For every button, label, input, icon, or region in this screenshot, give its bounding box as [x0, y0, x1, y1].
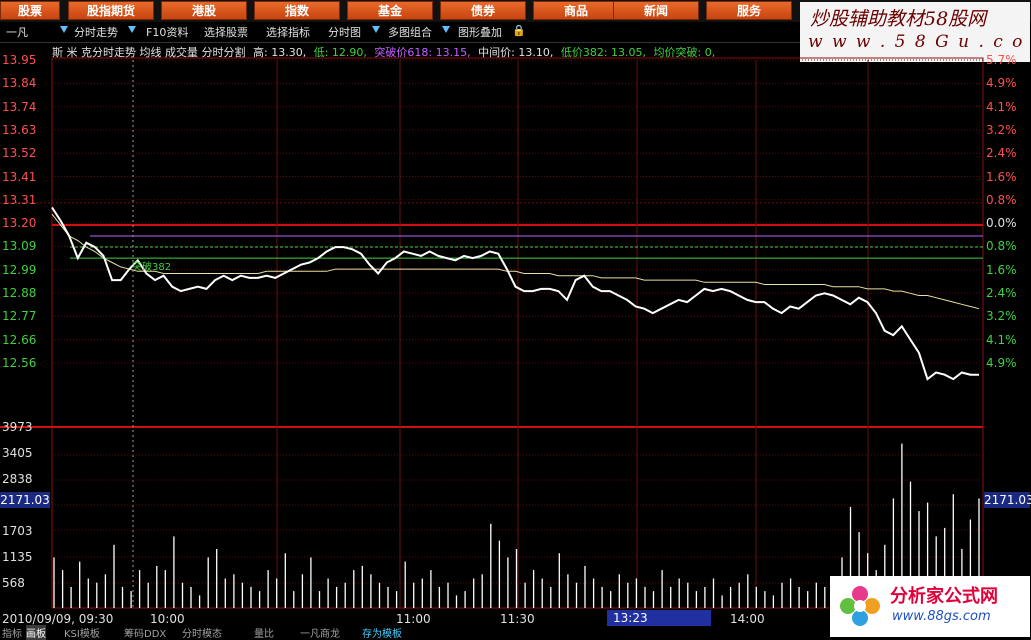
tab-yifan[interactable]: 一凡商龙 — [300, 625, 340, 640]
tab-indicator[interactable]: 指标 — [2, 625, 22, 640]
volume-scale-badge: 2171.03 — [0, 492, 50, 508]
price-tick-label: 13.52 — [2, 146, 37, 161]
percent-tick-label: 0.8% — [986, 239, 1017, 254]
volume-tick-label: 2838 — [2, 472, 33, 486]
cursor-time-badge: 13:23 — [607, 610, 711, 626]
price-tick-label: 13.41 — [2, 169, 37, 184]
percent-tick-label: 4.9% — [986, 76, 1017, 91]
tab-save-template[interactable]: 存为模板 — [362, 625, 402, 640]
price-tick-label: 13.74 — [2, 99, 37, 114]
price-tick-label: 13.95 — [2, 53, 37, 67]
price-tick-label: 12.66 — [2, 332, 37, 347]
flower-logo-icon — [840, 586, 880, 626]
volume-tick-label: 1703 — [2, 524, 33, 538]
tab-intraday-mode[interactable]: 分时模态 — [182, 625, 222, 640]
percent-tick-label: 5.7% — [986, 53, 1017, 67]
time-label-1100: 11:00 — [396, 612, 431, 626]
watermark-title: 分析家公式网 — [890, 586, 998, 607]
price-line — [51, 206, 979, 381]
price-tick-label: 12.77 — [2, 309, 37, 324]
annotation-break382: 突破382 — [132, 260, 171, 273]
percent-tick-label: 4.9% — [986, 355, 1017, 370]
volume-tick-label: 3405 — [2, 446, 33, 460]
price-tick-label: 13.84 — [2, 76, 37, 91]
volume-scale-badge-right: 2171.03 — [984, 492, 1031, 508]
percent-tick-label: 0.0% — [986, 216, 1017, 231]
percent-tick-label: 1.6% — [986, 169, 1017, 184]
tab-drawing[interactable]: 画板 — [26, 625, 46, 640]
tab-ksi-template[interactable]: KSI模板 — [64, 625, 100, 640]
percent-tick-label: 0.8% — [986, 192, 1017, 207]
price-tick-label: 13.63 — [2, 122, 37, 137]
intraday-chart[interactable]: 突破382 — [0, 0, 1031, 637]
percent-tick-label: 1.6% — [986, 262, 1017, 277]
percent-tick-label: 4.1% — [986, 99, 1017, 114]
price-tick-label: 12.56 — [2, 355, 37, 370]
average-price-line — [51, 213, 980, 310]
time-label-1130: 11:30 — [500, 612, 535, 626]
price-tick-label: 12.88 — [2, 286, 37, 300]
watermark-url: www.88gs.com — [892, 609, 991, 624]
price-tick-label: 13.31 — [2, 192, 37, 207]
percent-tick-label: 2.4% — [986, 286, 1017, 300]
percent-tick-label: 4.1% — [986, 332, 1017, 347]
time-label-1000: 10:00 — [150, 612, 185, 626]
price-tick-label: 12.99 — [2, 262, 37, 277]
percent-tick-label: 3.2% — [986, 122, 1017, 137]
price-tick-label: 13.20 — [2, 216, 37, 231]
tab-volume-ratio[interactable]: 量比 — [254, 625, 274, 640]
volume-tick-label: 568 — [2, 576, 25, 590]
percent-tick-label: 3.2% — [986, 309, 1017, 324]
time-label-start: 2010/09/09, 09:30 — [2, 612, 114, 626]
price-tick-label: 13.09 — [2, 239, 37, 254]
watermark-88gs: 分析家公式网 www.88gs.com — [830, 576, 1030, 637]
tab-ddx[interactable]: 筹码DDX — [124, 625, 166, 640]
time-label-1400: 14:00 — [730, 612, 765, 626]
volume-tick-label: 3973 — [2, 420, 33, 434]
volume-tick-label: 1135 — [2, 550, 33, 564]
percent-tick-label: 2.4% — [986, 146, 1017, 161]
